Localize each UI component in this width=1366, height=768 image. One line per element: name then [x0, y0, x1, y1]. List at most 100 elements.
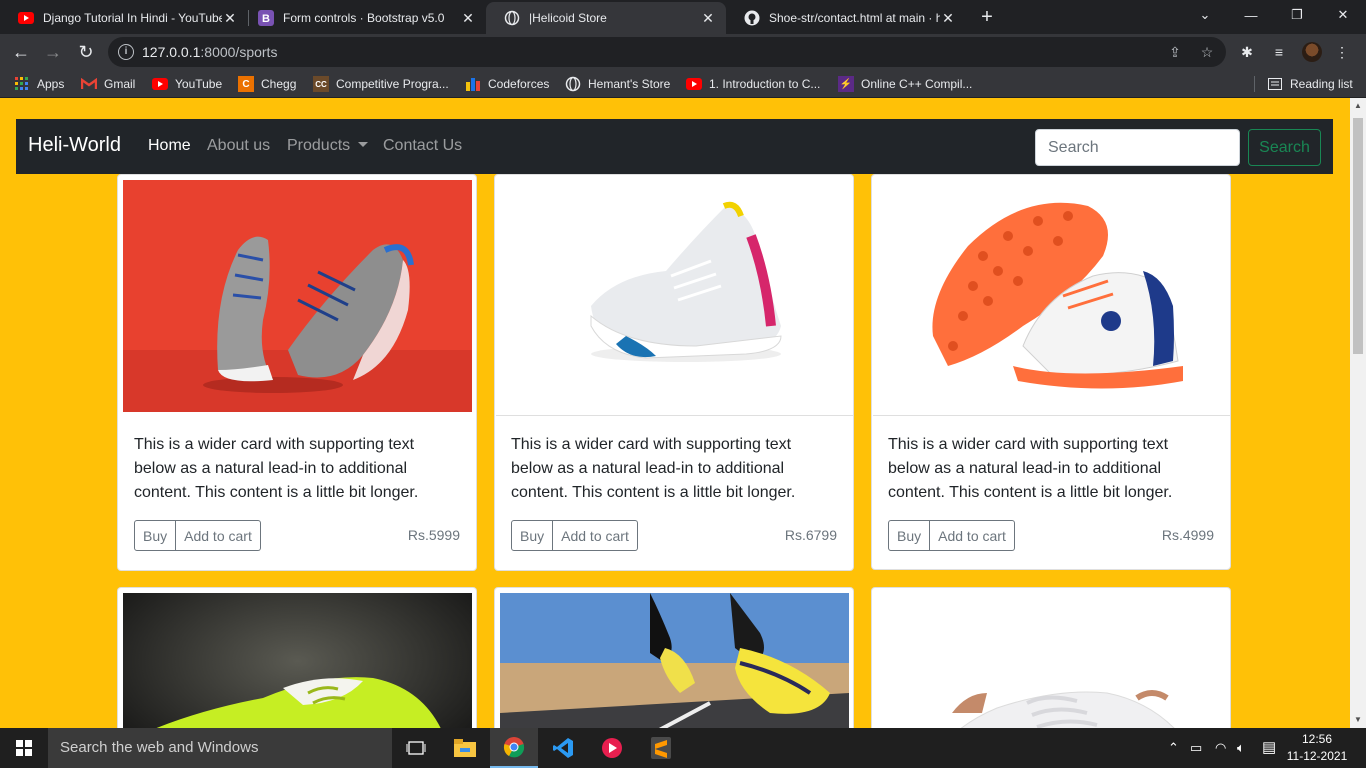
extensions-puzzle-icon[interactable]: ✱: [1237, 42, 1257, 62]
cc-icon: CC: [313, 76, 329, 92]
clock-time: 12:56: [1301, 732, 1333, 746]
taskbar-clock[interactable]: 12:56 11-12-2021: [1282, 731, 1352, 765]
product-image-neon-green-shoe[interactable]: [123, 593, 472, 728]
bootstrap-icon: B: [258, 10, 274, 26]
search-input[interactable]: [1035, 129, 1240, 166]
add-to-cart-button[interactable]: Add to cart: [176, 520, 261, 551]
product-price: Rs.4999: [1161, 527, 1214, 543]
address-bar[interactable]: i 127.0.0.1:8000/sports ⇪ ☆: [108, 37, 1226, 67]
menu-kebab-icon[interactable]: ⋮: [1332, 42, 1352, 62]
new-tab-button[interactable]: +: [976, 7, 998, 29]
media-queue-icon[interactable]: ≡: [1269, 42, 1289, 62]
reading-list-button[interactable]: Reading list: [1267, 76, 1353, 92]
bookmark-label: Codeforces: [488, 77, 550, 91]
bookmark-label: Online C++ Compil...: [861, 77, 973, 91]
card-description: This is a wider card with supporting tex…: [134, 436, 419, 501]
tab-helicoid-store[interactable]: |Helicoid Store ✕: [486, 2, 726, 34]
tab-form-controls[interactable]: B Form controls · Bootstrap v5.0 ✕: [240, 2, 486, 34]
codeforces-icon: [465, 76, 481, 92]
scroll-up-arrow-icon[interactable]: ▲: [1350, 98, 1366, 114]
card-description: This is a wider card with supporting tex…: [888, 436, 1173, 501]
page-scrollbar[interactable]: ▲ ▼: [1350, 98, 1366, 728]
youtube-icon: [686, 76, 702, 92]
product-image-grey-sneakers[interactable]: [123, 180, 472, 412]
bookmark-label: Competitive Progra...: [336, 77, 449, 91]
close-icon[interactable]: ✕: [940, 10, 956, 26]
globe-icon: [565, 76, 581, 92]
nav-link-home[interactable]: Home: [148, 137, 191, 155]
search-button[interactable]: Search: [1248, 129, 1321, 166]
github-icon: [744, 10, 760, 26]
url-path: :8000/sports: [200, 44, 278, 60]
url-text[interactable]: 127.0.0.1:8000/sports: [142, 44, 277, 60]
bookmark-youtube[interactable]: YouTube: [152, 76, 222, 92]
tab-title: Django Tutorial In Hindi - YouTube: [43, 11, 222, 25]
bookmarks-bar: Apps Gmail YouTube C Chegg CC Competitiv…: [0, 70, 1366, 98]
nav-link-contact[interactable]: Contact Us: [383, 137, 462, 155]
tab-search-chevron-icon[interactable]: ⌄: [1182, 0, 1228, 30]
product-card: This is a wider card with supporting tex…: [494, 174, 854, 571]
buy-button[interactable]: Buy: [511, 520, 554, 551]
restore-button[interactable]: ❐: [1274, 0, 1320, 30]
scroll-down-arrow-icon[interactable]: ▼: [1350, 712, 1366, 728]
taskbar-search-box[interactable]: Search the web and Windows: [48, 728, 392, 768]
back-arrow-icon[interactable]: ←: [9, 40, 33, 64]
navbar-brand[interactable]: Heli-World: [28, 134, 121, 157]
add-to-cart-button[interactable]: Add to cart: [930, 520, 1015, 551]
close-icon[interactable]: ✕: [460, 10, 476, 26]
windows-start-icon[interactable]: [16, 740, 32, 756]
nav-link-products-dropdown[interactable]: Products: [287, 137, 369, 155]
reading-list-icon: [1267, 76, 1283, 92]
nav-link-about[interactable]: About us: [207, 137, 270, 155]
vscode-icon[interactable]: [539, 728, 587, 768]
action-center-icon[interactable]: ▤: [1262, 738, 1276, 756]
buy-button[interactable]: Buy: [888, 520, 931, 551]
bookmarks-divider: [1254, 76, 1255, 92]
bookmark-chegg[interactable]: C Chegg: [238, 76, 296, 92]
volume-icon[interactable]: 🔈︎: [1237, 740, 1245, 756]
tab-github-contact[interactable]: Shoe-str/contact.html at main · h ✕: [726, 2, 966, 34]
profile-avatar[interactable]: [1302, 42, 1322, 62]
bookmark-competitive-programming[interactable]: CC Competitive Progra...: [313, 76, 449, 92]
task-view-icon[interactable]: [392, 728, 440, 768]
reload-icon[interactable]: ↻: [74, 40, 98, 64]
add-to-cart-button[interactable]: Add to cart: [553, 520, 638, 551]
bookmark-codeforces[interactable]: Codeforces: [465, 76, 549, 92]
battery-icon[interactable]: ▭: [1190, 740, 1202, 756]
buy-button[interactable]: Buy: [134, 520, 177, 551]
scrollbar-thumb[interactable]: [1353, 118, 1363, 354]
product-card: [871, 587, 1231, 728]
gmail-icon: [81, 76, 97, 92]
close-icon[interactable]: ✕: [222, 10, 238, 26]
sublime-text-icon[interactable]: [637, 728, 685, 768]
card-button-group: Buy Add to cart: [888, 520, 1015, 551]
close-window-button[interactable]: ✕: [1320, 0, 1366, 30]
product-image-white-sneaker[interactable]: [877, 593, 1226, 728]
browser-toolbar: ← → ↻ i 127.0.0.1:8000/sports ⇪ ☆ ✱ ≡ ⋮: [0, 34, 1366, 70]
minimize-button[interactable]: —: [1228, 0, 1274, 30]
forward-arrow-icon[interactable]: →: [41, 40, 65, 64]
file-explorer-icon[interactable]: [441, 728, 489, 768]
bookmark-online-cpp-compiler[interactable]: ⚡ Online C++ Compil...: [838, 76, 972, 92]
nav-link-products-label: Products: [287, 137, 351, 154]
close-icon[interactable]: ✕: [700, 10, 716, 26]
product-image-white-running-shoe[interactable]: [496, 176, 853, 416]
bookmark-hemants-store[interactable]: Hemant's Store: [565, 76, 670, 92]
bookmark-introduction[interactable]: 1. Introduction to C...: [686, 76, 820, 92]
tray-chevron-up-icon[interactable]: ⌃: [1168, 740, 1179, 756]
globe-icon: [504, 10, 520, 26]
product-image-runner-yellow-shoes[interactable]: [500, 593, 849, 728]
bookmark-gmail[interactable]: Gmail: [81, 76, 135, 92]
bookmark-label: Apps: [37, 77, 65, 91]
wifi-icon[interactable]: ◠: [1215, 740, 1226, 756]
tab-django-tutorial[interactable]: Django Tutorial In Hindi - YouTube ✕: [0, 2, 248, 34]
share-icon[interactable]: ⇪: [1166, 43, 1184, 61]
media-player-icon[interactable]: [588, 728, 636, 768]
chrome-taskbar-icon[interactable]: [490, 728, 538, 768]
product-image-orange-cricket-shoe[interactable]: [873, 176, 1230, 416]
site-info-icon[interactable]: i: [118, 44, 134, 60]
bookmark-apps[interactable]: Apps: [14, 76, 64, 92]
youtube-icon: [18, 10, 34, 26]
card-button-group: Buy Add to cart: [511, 520, 638, 551]
bookmark-star-icon[interactable]: ☆: [1198, 43, 1216, 61]
